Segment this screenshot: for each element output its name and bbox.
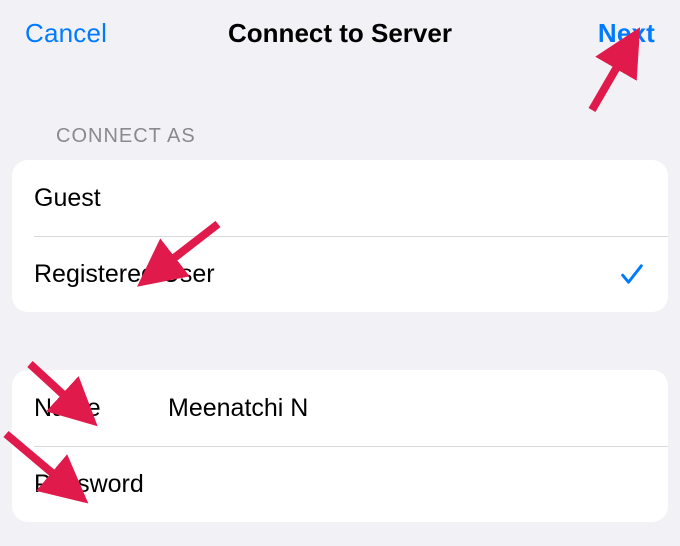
cancel-button[interactable]: Cancel xyxy=(25,18,135,49)
page-title: Connect to Server xyxy=(135,18,545,49)
option-label: Registered User xyxy=(34,260,215,289)
connect-as-header: Connect As xyxy=(0,125,680,148)
checkmark-icon xyxy=(618,260,646,288)
name-input[interactable] xyxy=(168,394,646,423)
password-input[interactable] xyxy=(168,470,646,499)
credentials-group: Name Password xyxy=(12,370,668,522)
option-label: Guest xyxy=(34,184,101,213)
name-label: Name xyxy=(34,394,168,423)
next-button[interactable]: Next xyxy=(545,18,655,49)
name-field-row: Name xyxy=(12,370,668,446)
connect-as-option-registered-user[interactable]: Registered User xyxy=(12,236,668,312)
navigation-bar: Cancel Connect to Server Next xyxy=(0,0,680,63)
connect-as-group: Guest Registered User xyxy=(12,160,668,312)
password-label: Password xyxy=(34,470,168,499)
password-field-row: Password xyxy=(12,446,668,522)
connect-as-option-guest[interactable]: Guest xyxy=(12,160,668,236)
